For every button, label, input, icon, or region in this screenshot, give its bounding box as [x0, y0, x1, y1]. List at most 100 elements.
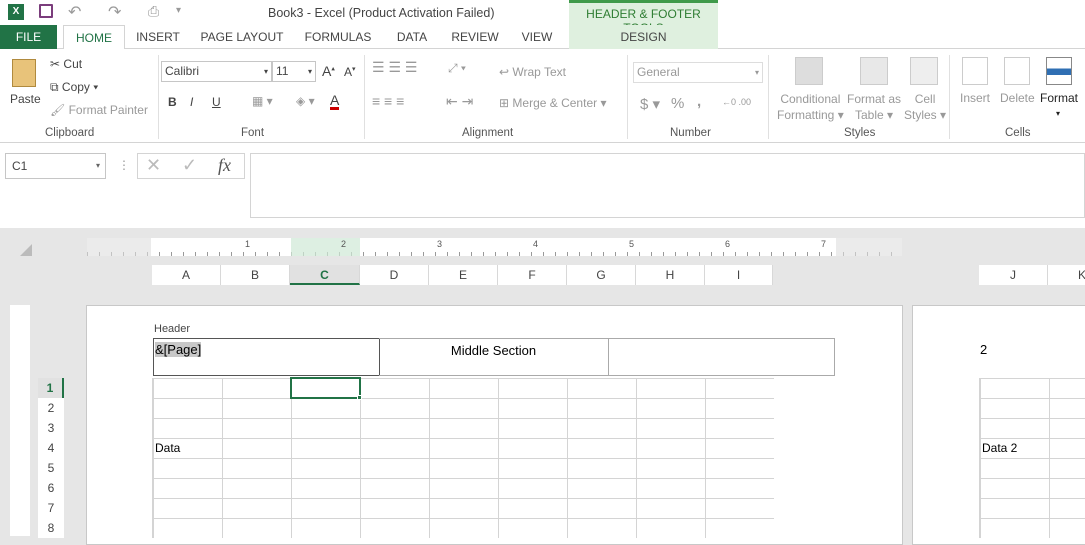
ruler-tick-label: 3 — [437, 239, 443, 249]
cancel-icon[interactable]: ✕ — [146, 155, 161, 176]
cell-j4[interactable]: Data 2 — [979, 438, 1017, 458]
tab-page-layout[interactable]: PAGE LAYOUT — [196, 25, 288, 49]
fill-handle[interactable] — [357, 395, 362, 400]
indent-icon[interactable]: ⇤ ⇥ — [446, 93, 473, 110]
formula-input[interactable] — [250, 153, 1085, 218]
font-group-label: Font — [241, 127, 265, 139]
formula-bar-area: C1 ▾ ⋮ ✕ ✓ fx — [0, 143, 1085, 228]
conditional-formatting-icon — [795, 57, 823, 85]
column-header-f[interactable]: F — [498, 265, 567, 285]
row-header-7[interactable]: 7 — [38, 498, 64, 518]
align-top-icon[interactable]: ☰ ☰ ☰ — [372, 59, 417, 76]
delete-button[interactable]: Delete — [1000, 91, 1035, 105]
excel-logo-icon: X — [8, 4, 24, 20]
ruler-tick-label: 7 — [821, 239, 827, 249]
copy-button[interactable]: ⧉ Copy ▾ — [50, 80, 98, 95]
title-bar: X ↶ ↷ ⎙ ▾ Book3 - Excel (Product Activat… — [0, 0, 1085, 25]
insert-button[interactable]: Insert — [960, 91, 990, 105]
merge-icon: ⊞ — [499, 96, 510, 110]
row-header-1[interactable]: 1 — [38, 378, 64, 398]
cell-grid-page-1[interactable] — [152, 378, 774, 538]
page2-header-text[interactable]: 2 — [980, 342, 987, 357]
cell-a4[interactable]: Data — [152, 438, 180, 458]
paste-icon — [12, 59, 36, 87]
wrap-text-button[interactable]: ↩ Wrap Text — [499, 65, 566, 79]
ruler-tick-label: 1 — [245, 239, 251, 249]
italic-button[interactable]: I — [190, 95, 193, 109]
increase-decimal-icon[interactable]: ←0 .00 — [722, 97, 751, 107]
tab-data[interactable]: DATA — [390, 25, 434, 49]
number-group-label: Number — [670, 127, 711, 139]
row-header-4[interactable]: 4 — [38, 438, 64, 458]
borders-icon[interactable]: ▦ ▾ — [252, 94, 273, 108]
row-header-8[interactable]: 8 — [38, 518, 64, 538]
cell-styles-button[interactable]: Cell Styles ▾ — [904, 91, 946, 123]
column-header-h[interactable]: H — [636, 265, 705, 285]
undo-icon[interactable]: ↶ — [68, 2, 81, 22]
column-header-d[interactable]: D — [360, 265, 429, 285]
tab-view[interactable]: VIEW — [515, 25, 559, 49]
horizontal-ruler — [87, 238, 902, 256]
styles-group-label: Styles — [844, 127, 876, 139]
tab-file[interactable]: FILE — [0, 25, 57, 49]
column-header-i[interactable]: I — [705, 265, 773, 285]
font-color-icon[interactable]: A — [330, 93, 340, 110]
insert-function-button[interactable]: fx — [218, 155, 231, 176]
underline-button[interactable]: U — [212, 95, 221, 109]
ribbon: Paste ✂ Cut ⧉ Copy ▾ 🖌 Format Painter Cl… — [0, 49, 1085, 143]
enter-icon[interactable]: ✓ — [182, 155, 197, 176]
paste-button[interactable]: Paste — [10, 92, 41, 106]
column-header-j[interactable]: J — [979, 265, 1048, 285]
tab-review[interactable]: REVIEW — [447, 25, 503, 49]
customize-toolbar-icon[interactable]: ▾ — [176, 5, 181, 16]
font-name-dropdown[interactable]: Calibri ▾ — [161, 61, 272, 82]
selected-cell-c1[interactable] — [290, 377, 361, 399]
decrease-font-icon[interactable]: A▾ — [344, 65, 356, 79]
column-header-e[interactable]: E — [429, 265, 498, 285]
font-size-dropdown[interactable]: 11 ▾ — [272, 61, 316, 82]
brush-icon: 🖌 — [50, 103, 66, 117]
header-right-section[interactable] — [608, 338, 835, 376]
percent-button[interactable]: % — [671, 95, 684, 112]
format-as-table-button[interactable]: Format as Table ▾ — [847, 91, 901, 123]
format-button[interactable]: Format ▾ — [1040, 91, 1078, 119]
column-header-g[interactable]: G — [567, 265, 636, 285]
delete-cells-icon — [1004, 57, 1030, 85]
row-header-3[interactable]: 3 — [38, 418, 64, 438]
column-header-k[interactable]: K — [1048, 265, 1085, 285]
orientation-icon[interactable]: ⤢ ▾ — [448, 61, 466, 76]
header-label: Header — [154, 323, 191, 335]
bold-button[interactable]: B — [168, 95, 177, 109]
save-icon[interactable] — [39, 4, 53, 18]
header-center-section[interactable]: Middle Section — [379, 338, 609, 376]
column-header-c[interactable]: C — [290, 265, 360, 285]
cell-grid-page-2[interactable] — [979, 378, 1085, 538]
print-preview-icon[interactable]: ⎙ — [148, 3, 159, 20]
column-header-b[interactable]: B — [221, 265, 290, 285]
row-header-2[interactable]: 2 — [38, 398, 64, 418]
fill-color-icon[interactable]: ◈ ▾ — [296, 94, 315, 108]
format-cells-icon — [1046, 57, 1072, 85]
name-box[interactable]: C1 ▾ — [5, 153, 106, 179]
tab-insert[interactable]: INSERT — [132, 25, 184, 49]
align-left-icon[interactable]: ≡ ≡ ≡ — [372, 93, 404, 109]
format-painter-button[interactable]: 🖌 Format Painter — [50, 103, 148, 117]
cut-button[interactable]: ✂ Cut — [50, 57, 82, 71]
increase-font-icon[interactable]: A▴ — [322, 63, 335, 79]
row-header-5[interactable]: 5 — [38, 458, 64, 478]
tab-home[interactable]: HOME — [63, 25, 125, 50]
currency-button[interactable]: $ ▾ — [640, 95, 660, 113]
select-all-icon[interactable] — [20, 244, 32, 256]
redo-icon[interactable]: ↷ — [108, 2, 121, 22]
tab-formulas[interactable]: FORMULAS — [300, 25, 376, 49]
header-left-section[interactable]: &[Page] — [153, 338, 380, 376]
tab-design[interactable]: DESIGN — [569, 25, 718, 49]
number-format-dropdown[interactable]: General ▾ — [633, 62, 763, 83]
conditional-formatting-button[interactable]: Conditional Formatting ▾ — [777, 91, 844, 123]
comma-button[interactable]: , — [697, 93, 701, 110]
ruler-tick-label: 5 — [629, 239, 635, 249]
row-header-6[interactable]: 6 — [38, 478, 64, 498]
merge-center-button[interactable]: ⊞ Merge & Center ▾ — [499, 96, 606, 110]
column-header-a[interactable]: A — [152, 265, 221, 285]
scissors-icon: ✂ — [50, 57, 61, 71]
